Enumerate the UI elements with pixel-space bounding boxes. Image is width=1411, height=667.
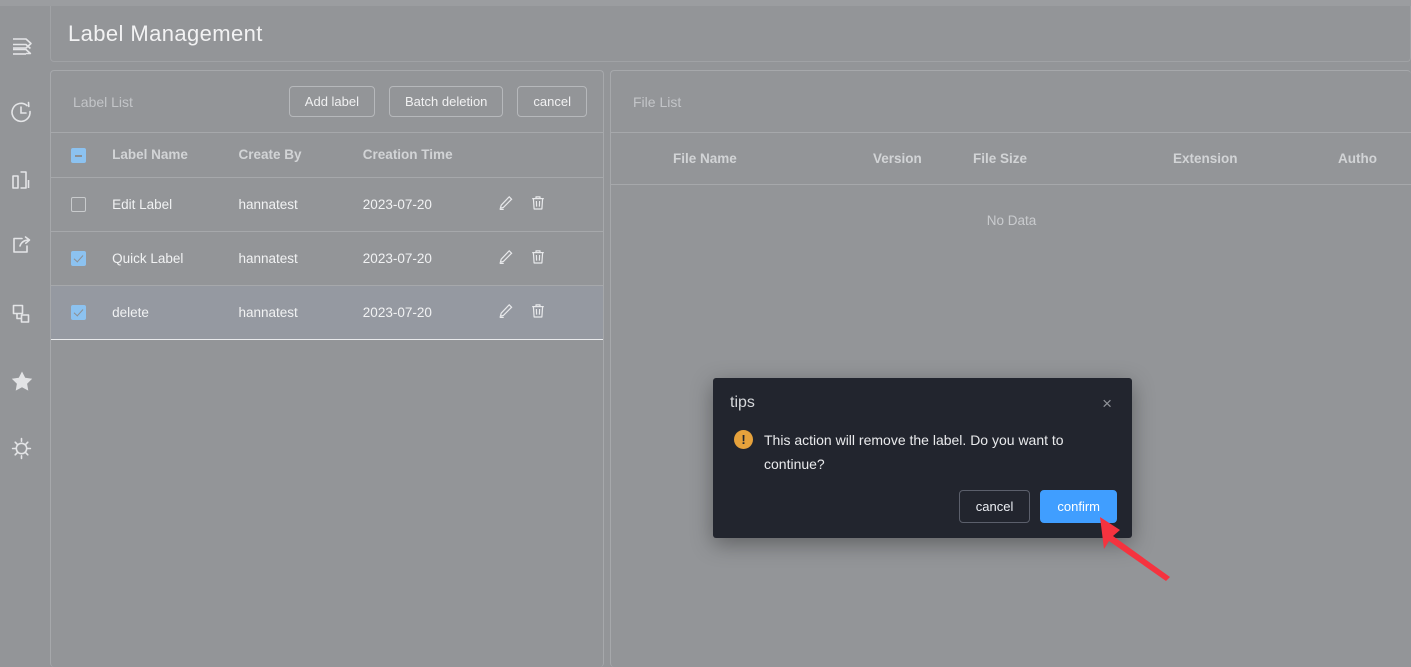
file-column-extension: Extension <box>1173 133 1338 185</box>
row-actions-cell <box>497 177 603 232</box>
row-label-name: Edit Label <box>112 177 239 232</box>
share-icon <box>9 234 35 260</box>
add-label-button[interactable]: Add label <box>288 86 376 117</box>
row-checkbox-cell <box>51 177 113 232</box>
column-creation-time: Creation Time <box>362 133 498 178</box>
sidebar-item-layers[interactable] <box>0 24 44 68</box>
app-root: Label Management Label List Add label Ba… <box>0 0 1411 667</box>
row-label-name: Quick Label <box>112 231 239 286</box>
tips-dialog: tips × ! This action will remove the lab… <box>713 378 1132 538</box>
cancel-button[interactable]: cancel <box>517 86 587 117</box>
row-checkbox-cell <box>51 284 113 340</box>
label-table-header-row: Label Name Create By Creation Time <box>51 133 603 178</box>
file-table: File Name Version File Size Extension Au… <box>611 133 1411 228</box>
label-list-actions: Add label Batch deletion cancel <box>288 86 587 117</box>
select-all-cell <box>51 133 113 178</box>
file-column-version: Version <box>873 133 973 185</box>
gear-icon <box>9 435 35 461</box>
label-table-body: Edit Label hannatest 2023-07-20 Quick La… <box>51 177 603 340</box>
row-create-by: hannatest <box>238 284 363 340</box>
dialog-confirm-button[interactable]: confirm <box>1040 490 1117 523</box>
select-all-checkbox[interactable] <box>71 147 86 163</box>
page-header: Label Management <box>50 6 1411 62</box>
close-icon[interactable]: × <box>1100 393 1114 414</box>
file-table-header-row: File Name Version File Size Extension Au… <box>611 133 1411 185</box>
row-checkbox[interactable] <box>71 251 86 267</box>
dialog-cancel-button[interactable]: cancel <box>958 490 1031 523</box>
dialog-title: tips <box>730 394 755 411</box>
trash-icon[interactable] <box>530 195 546 214</box>
page-title: Label Management <box>68 20 263 46</box>
row-actions-cell <box>497 231 603 286</box>
table-row[interactable]: Quick Label hannatest 2023-07-20 <box>51 231 603 286</box>
row-label-name: delete <box>112 284 239 340</box>
sidebar-item-favorites[interactable] <box>0 359 44 403</box>
row-creation-time: 2023-07-20 <box>362 231 498 286</box>
file-table-body: No Data <box>611 185 1411 228</box>
label-list-header: Label List Add label Batch deletion canc… <box>51 71 603 133</box>
file-column-spacer <box>611 133 673 185</box>
layers-icon <box>9 33 35 59</box>
file-list-panel: File List File Name Version File Size Ex… <box>610 70 1411 667</box>
column-actions <box>497 133 603 178</box>
dialog-footer: cancel confirm <box>958 490 1117 523</box>
sidebar-item-share[interactable] <box>0 225 44 269</box>
row-creation-time: 2023-07-20 <box>362 284 498 340</box>
row-checkbox[interactable] <box>71 305 86 321</box>
table-row[interactable]: Edit Label hannatest 2023-07-20 <box>51 177 603 232</box>
row-checkbox-cell <box>51 231 113 286</box>
sidebar-item-settings[interactable] <box>0 426 44 470</box>
edit-icon[interactable] <box>498 195 514 214</box>
trash-icon[interactable] <box>530 303 546 322</box>
row-creation-time: 2023-07-20 <box>362 177 498 232</box>
warning-icon: ! <box>734 430 753 449</box>
dialog-header: tips × <box>713 378 1132 428</box>
file-list-title: File List <box>633 93 682 110</box>
column-create-by: Create By <box>238 133 363 178</box>
table-row[interactable]: delete hannatest 2023-07-20 <box>51 284 603 340</box>
file-column-file-name: File Name <box>673 133 873 185</box>
column-label-name: Label Name <box>112 133 239 178</box>
row-checkbox[interactable] <box>71 197 86 213</box>
star-icon <box>9 368 35 394</box>
trash-icon[interactable] <box>530 249 546 268</box>
row-create-by: hannatest <box>238 231 363 286</box>
label-table: Label Name Create By Creation Time Edit … <box>51 133 603 340</box>
dialog-message: This action will remove the label. Do yo… <box>764 432 1064 472</box>
main-region: Label Management Label List Add label Ba… <box>44 6 1411 667</box>
bar-chart-icon <box>9 167 35 193</box>
file-list-header: File List <box>611 71 1411 133</box>
edit-icon[interactable] <box>498 249 514 268</box>
label-list-title: Label List <box>73 93 133 110</box>
sidebar-item-history[interactable] <box>0 91 44 135</box>
batch-deletion-button[interactable]: Batch deletion <box>389 86 504 117</box>
edit-icon[interactable] <box>498 303 514 322</box>
sidebar-item-structure[interactable] <box>0 292 44 336</box>
file-column-author: Autho <box>1338 133 1411 185</box>
dialog-body: ! This action will remove the label. Do … <box>713 428 1132 476</box>
file-empty-row: No Data <box>611 185 1411 228</box>
file-column-file-size: File Size <box>973 133 1173 185</box>
sidebar-item-statistics[interactable] <box>0 158 44 202</box>
hierarchy-icon <box>9 301 35 327</box>
row-actions-cell <box>497 284 603 340</box>
sidebar-rail <box>0 6 44 667</box>
no-data-text: No Data <box>986 213 1037 228</box>
label-list-panel: Label List Add label Batch deletion canc… <box>50 70 604 667</box>
row-create-by: hannatest <box>238 177 363 232</box>
history-icon <box>9 100 35 126</box>
